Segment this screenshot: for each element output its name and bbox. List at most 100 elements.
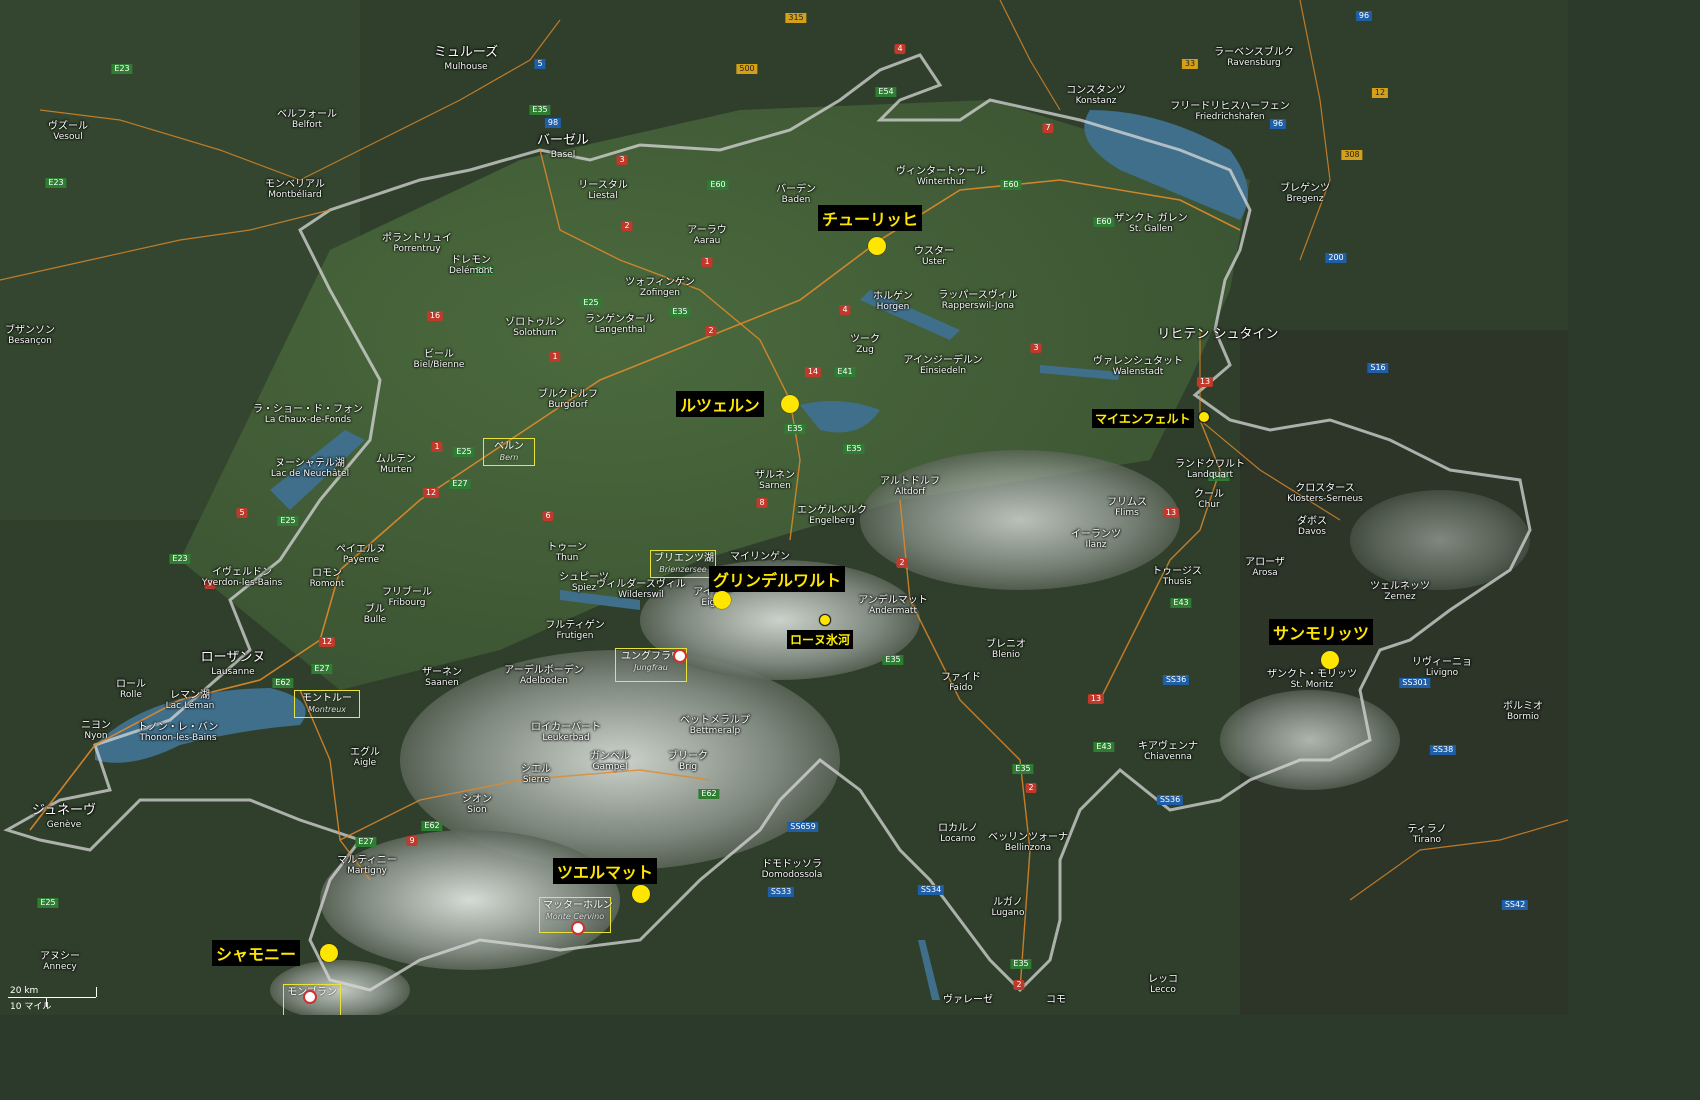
road-shield: 200	[1325, 253, 1347, 263]
map-label: イヴェルドン Yverdon-les-Bains	[201, 567, 283, 588]
map-label: アルトドルフ Altdorf	[880, 476, 940, 497]
map-label: ヴズール Vesoul	[48, 121, 88, 142]
road-shield: E60	[1093, 217, 1115, 227]
highlight-luzern[interactable]: ルツェルン	[676, 391, 764, 417]
map-label: ベッリンツォーナ Bellinzona	[988, 832, 1068, 853]
highlight-rhone-glacier[interactable]: ローヌ氷河	[787, 630, 854, 649]
highlight-dot-icon	[713, 591, 731, 609]
map-label: ツェルネッツ Zernez	[1370, 581, 1430, 602]
map-label: トノン・レ・バン Thonon-les-Bains	[137, 722, 219, 743]
road-shield: 2	[705, 326, 717, 336]
map-label: ホルゲン Horgen	[873, 291, 913, 312]
map-label: ボルミオ Bormio	[1503, 701, 1543, 722]
map-label: リヒテン シュタイン	[1157, 327, 1279, 342]
map-label: レマン湖 Lac Léman	[165, 690, 215, 711]
road-shield: E35	[882, 655, 904, 665]
road-shield: 3	[1030, 343, 1042, 353]
map-label: ドモドッソラ Domodossola	[761, 859, 823, 880]
road-shield: 5	[534, 59, 546, 69]
map-label: アンデルマット Andermatt	[858, 595, 928, 616]
map-label: ポラントリュイ Porrentruy	[382, 233, 452, 254]
highlight-maienfeld[interactable]: マイエンフェルト	[1092, 409, 1194, 428]
road-shield: 13	[1196, 377, 1214, 387]
road-shield: 9	[406, 836, 418, 846]
highlight-st-moritz[interactable]: サンモリッツ	[1269, 619, 1374, 645]
road-shield: E62	[272, 678, 294, 688]
road-shield: SS33	[767, 887, 795, 897]
road-shield: 3	[616, 155, 628, 165]
road-shield: 1	[701, 257, 713, 267]
road-shield: 2	[1013, 980, 1025, 990]
map-label: フルティゲン Frutigen	[545, 620, 605, 641]
map-label: アインジーデルン Einsiedeln	[903, 355, 983, 376]
map-label: ザルネン Sarnen	[755, 470, 795, 491]
road-shield: E60	[707, 180, 729, 190]
map-label: ウスター Uster	[914, 246, 954, 267]
map-label: キアヴェンナ Chiavenna	[1138, 741, 1198, 762]
map-label: トゥーン Thun	[547, 542, 587, 563]
road-shield: E23	[111, 64, 133, 74]
map-label: ランゲンタール Langenthal	[585, 314, 655, 335]
map-label: ビール Biel/Bienne	[413, 349, 465, 370]
map-label: エンゲルベルク Engelberg	[797, 505, 867, 526]
highlight-chamonix[interactable]: シャモニー	[212, 940, 301, 966]
road-shield: E62	[698, 789, 720, 799]
road-shield: 500	[736, 64, 758, 74]
map-label: ドレモン Delémont	[448, 255, 494, 276]
map-label: ザーネン Saanen	[422, 667, 462, 688]
road-shield: SS301	[1399, 678, 1431, 688]
road-shield: 12	[1371, 88, 1389, 98]
map-label: フリムス Flims	[1107, 497, 1147, 518]
highlight-grindelwald[interactable]: グリンデルワルト	[709, 566, 846, 592]
summit-marker-icon	[673, 649, 687, 663]
road-shield: E35	[843, 444, 865, 454]
road-shield: E62	[421, 821, 443, 831]
map-label: ロモン Romont	[309, 568, 345, 589]
map-label: アーデルボーデン Adelboden	[504, 665, 584, 686]
highlight-dot-icon	[1198, 411, 1210, 423]
map-label: ロカルノ Locarno	[938, 823, 978, 844]
road-shield: 8	[756, 498, 768, 508]
highlight-zurich[interactable]: チューリッヒ	[818, 205, 923, 231]
map-label: リヴィーニョ Livigno	[1412, 657, 1472, 678]
road-shield: 96	[1355, 11, 1373, 21]
map-label: バーデン Baden	[776, 184, 816, 205]
highlight-zermatt[interactable]: ツエルマット	[553, 858, 658, 884]
road-shield: E23	[45, 178, 67, 188]
boxed-place-bern[interactable]: ベルン Bern	[483, 438, 535, 466]
map-label: ゾロトゥルン Solothurn	[505, 317, 565, 338]
boxed-place-brienzersee[interactable]: ブリエンツ湖 Brienzersee	[650, 550, 716, 578]
map-label: アヌシー Annecy	[40, 951, 80, 972]
map-label: トゥージス Thusis	[1152, 566, 1202, 587]
map-label: リースタル Liestal	[578, 180, 628, 201]
road-shield: S16	[1367, 363, 1389, 373]
road-shield: 14	[804, 367, 822, 377]
road-shield: E27	[355, 837, 377, 847]
highlight-dot-icon	[1321, 651, 1339, 669]
map-label: ブリーク Brig	[668, 751, 708, 772]
road-shield: 7	[1042, 123, 1054, 133]
road-shield: E25	[277, 516, 299, 526]
satellite-map[interactable]: 3 2 1 2 1 16 1 12 5 9 12 6 8 14 4 7 3 2 …	[0, 0, 1568, 1015]
map-label: マイリンゲン	[730, 551, 790, 563]
map-label: シオン Sion	[462, 794, 492, 815]
map-label: レッコ Lecco	[1148, 974, 1178, 995]
road-shield: 6	[542, 511, 554, 521]
road-shield: 5	[236, 508, 248, 518]
road-shield: E35	[1010, 959, 1032, 969]
map-label: シエル Sierre	[521, 764, 551, 785]
road-shield: E43	[1170, 598, 1192, 608]
road-shield: E60	[1000, 180, 1022, 190]
road-shield: 308	[1341, 150, 1363, 160]
road-shield: 2	[896, 558, 908, 568]
map-label: ニヨン Nyon	[81, 720, 111, 741]
road-shield: E25	[580, 298, 602, 308]
map-label: ヴァレンシュタット Walenstadt	[1093, 356, 1183, 377]
map-label: ヌーシャテル湖 Lac de Neuchâtel	[270, 458, 350, 479]
road-shield: E35	[1012, 764, 1034, 774]
map-label: ラッパースヴィル Rapperswil-Jona	[938, 290, 1018, 311]
road-shield: SS42	[1501, 900, 1529, 910]
boxed-place-montreux[interactable]: モントルー Montreux	[294, 690, 360, 718]
map-label: ベットメラルプ Bettmeralp	[680, 715, 750, 736]
summit-marker-icon	[571, 921, 585, 935]
